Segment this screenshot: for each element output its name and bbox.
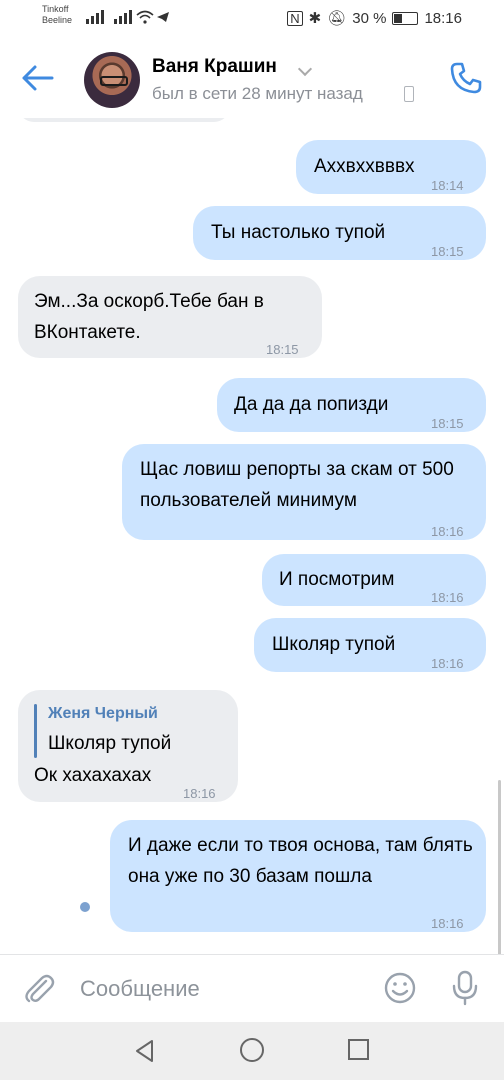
- message-bubble-outgoing[interactable]: Щас ловиш репорты за скам от 500 пользов…: [122, 444, 486, 540]
- message-time: 18:14: [431, 178, 464, 193]
- message-text: Школяр тупой: [272, 634, 396, 655]
- message-time: 18:16: [431, 590, 464, 605]
- reply-author[interactable]: Женя Черный: [48, 698, 158, 730]
- message-bubble-outgoing[interactable]: Ты настолько тупой 18:15: [193, 206, 486, 260]
- message-input[interactable]: [80, 971, 360, 1007]
- mobile-device-icon: [404, 86, 414, 102]
- carrier-names: Tinkoff Beeline: [42, 4, 72, 26]
- message-text: Аххвххвввх: [314, 156, 415, 177]
- message-bubble-outgoing[interactable]: Да да да попизди 18:15: [217, 378, 486, 432]
- microphone-icon[interactable]: [448, 969, 482, 1007]
- message-bubble-incoming[interactable]: Эм...За оскорб.Тебе бан в ВКонтакете. 18…: [18, 276, 322, 358]
- chat-header: Ваня Крашин был в сети 28 минут назад: [0, 38, 504, 118]
- reply-quote-text: Школяр тупой: [48, 733, 172, 754]
- carrier-1: Tinkoff: [42, 4, 69, 14]
- message-time: 18:16: [431, 524, 464, 539]
- battery-icon: [392, 11, 419, 25]
- message-time: 18:16: [183, 786, 216, 801]
- message-time: 18:15: [431, 416, 464, 431]
- message-text: Ты настолько тупой: [211, 222, 386, 243]
- nav-recent-apps-icon[interactable]: [348, 1039, 369, 1060]
- contact-name[interactable]: Ваня Крашин: [152, 56, 277, 78]
- unread-indicator: [80, 902, 90, 912]
- emoji-icon[interactable]: [383, 971, 417, 1005]
- previous-message-bubble: [18, 118, 230, 122]
- clock: 18:16: [424, 9, 462, 27]
- message-bubble-outgoing[interactable]: Аххвххвввх 18:14: [296, 140, 486, 194]
- telegram-icon: [157, 12, 169, 22]
- wifi-icon: [136, 10, 154, 24]
- message-text: Да да да попизди: [234, 394, 389, 415]
- nav-home-icon[interactable]: [240, 1038, 264, 1062]
- message-time: 18:15: [266, 342, 299, 357]
- message-text: Щас ловиш репорты за скам от 500 пользов…: [140, 459, 454, 511]
- message-time: 18:16: [431, 656, 464, 671]
- battery-percent: 30 %: [352, 9, 387, 27]
- scrollbar[interactable]: [498, 780, 501, 954]
- mute-icon: 🔕︎: [327, 10, 347, 27]
- status-bar: Tinkoff Beeline N ✱ 🔕︎ 30 % 18:16: [0, 0, 504, 38]
- message-list[interactable]: Аххвххвввх 18:14 Ты настолько тупой 18:1…: [0, 118, 504, 954]
- message-bubble-outgoing[interactable]: Школяр тупой 18:16: [254, 618, 486, 672]
- signal-icon: [86, 10, 104, 24]
- back-arrow-icon[interactable]: [20, 62, 56, 94]
- reply-quote-bar: [34, 704, 37, 758]
- signal-icon-2: [114, 10, 132, 24]
- status-icons-right: N ✱ 🔕︎ 30 % 18:16: [287, 9, 462, 27]
- bluetooth-icon: ✱: [308, 10, 322, 27]
- message-text: И посмотрим: [279, 569, 395, 590]
- nfc-icon: N: [287, 10, 303, 26]
- paperclip-icon[interactable]: [22, 971, 56, 1005]
- message-text: Ок хахахахах: [34, 765, 152, 786]
- message-time: 18:16: [431, 916, 464, 931]
- phone-call-icon[interactable]: [448, 60, 484, 96]
- message-text: И даже если то твоя основа, там блять он…: [128, 835, 473, 887]
- chevron-down-icon[interactable]: [297, 61, 313, 77]
- avatar[interactable]: [84, 52, 140, 108]
- avatar-glasses: [100, 76, 128, 86]
- message-bubble-outgoing[interactable]: И даже если то твоя основа, там блять он…: [110, 820, 486, 932]
- system-navigation-bar: [0, 1022, 504, 1080]
- contact-status: был в сети 28 минут назад: [152, 84, 363, 103]
- carrier-2: Beeline: [42, 15, 73, 25]
- message-input-bar: [0, 954, 504, 1023]
- message-bubble-outgoing[interactable]: И посмотрим 18:16: [262, 554, 486, 606]
- message-bubble-incoming[interactable]: Женя Черный Школяр тупой Ок хахахахах 18…: [18, 690, 238, 802]
- message-time: 18:15: [431, 244, 464, 259]
- nav-back-icon[interactable]: [132, 1038, 158, 1064]
